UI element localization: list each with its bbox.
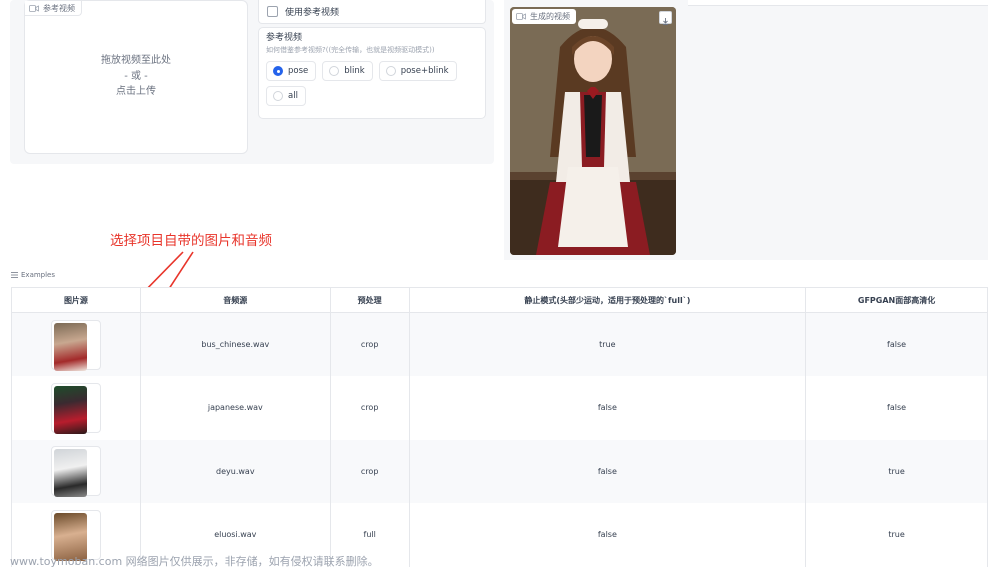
example-image [53, 322, 87, 371]
download-button[interactable] [659, 11, 672, 25]
output-panel: 生成的视频 [504, 0, 988, 260]
reference-mode-group: 参考视频 如何借鉴参考视频?((完全传输，也就是视频驱动模式)) pose bl… [258, 27, 486, 119]
generated-video-frame [510, 7, 676, 255]
example-thumbnail[interactable] [50, 446, 101, 498]
image-cell[interactable] [11, 439, 141, 503]
radio-pose-dot[interactable] [273, 66, 283, 76]
watermark: www.toymoban.com 网络图片仅供展示，非存储，如有侵权请联系删除。 [10, 555, 379, 568]
input-panel: 参考视频 拖放视频至此处 - 或 - 点击上传 使用参考视频 参考视频 如何借鉴… [10, 0, 494, 164]
examples-header-row: 图片源 音频源 预处理 静止模式(头部少运动，适用于预处理的`full`) GF… [11, 287, 988, 313]
examples-header: Examples [11, 271, 55, 279]
audio-cell[interactable]: bus_chinese.wav [140, 312, 331, 376]
example-thumbnail[interactable] [50, 319, 101, 371]
radio-all[interactable]: all [266, 86, 306, 106]
still-cell[interactable]: false [409, 376, 807, 440]
use-reference-checkbox[interactable] [267, 6, 278, 17]
radio-pose-blink-dot[interactable] [385, 66, 396, 76]
audio-cell[interactable]: deyu.wav [140, 439, 331, 503]
example-image [53, 449, 87, 498]
col-audio-source: 音频源 [139, 287, 331, 313]
col-gfpgan: GFPGAN面部高清化 [805, 287, 988, 313]
example-row[interactable]: deyu.wav crop false true [11, 439, 988, 503]
preprocess-cell[interactable]: crop [330, 312, 410, 376]
upload-instructions: 拖放视频至此处 - 或 - 点击上传 [25, 53, 247, 100]
still-cell[interactable]: false [409, 503, 807, 567]
preprocess-cell[interactable]: crop [330, 439, 410, 503]
radio-blink[interactable]: blink [322, 61, 373, 81]
examples-table: 图片源 音频源 预处理 静止模式(头部少运动，适用于预处理的`full`) GF… [11, 287, 988, 567]
gfpgan-cell[interactable]: true [805, 439, 988, 503]
video-camera-icon [29, 4, 39, 12]
radio-pose-blink-label: pose+blink [400, 66, 449, 76]
annotation-text: 选择项目自带的图片和音频 [110, 233, 272, 249]
gfpgan-cell[interactable]: false [805, 312, 988, 376]
still-cell[interactable]: true [409, 312, 807, 376]
generated-video-tag: 生成的视频 [512, 9, 576, 24]
radio-blink-dot[interactable] [329, 66, 340, 76]
use-reference-video-toggle[interactable]: 使用参考视频 [258, 0, 486, 24]
reference-mode-options: pose blink pose+blink all [266, 61, 466, 106]
reference-options: 使用参考视频 参考视频 如何借鉴参考视频?((完全传输，也就是视频驱动模式)) … [258, 0, 486, 160]
still-cell[interactable]: false [409, 439, 807, 503]
examples-label: Examples [21, 271, 56, 279]
reference-video-tag: 参考视频 [25, 1, 82, 16]
use-reference-label: 使用参考视频 [285, 8, 340, 18]
or-text: - 或 - [124, 70, 148, 82]
example-row[interactable]: bus_chinese.wav crop true false [11, 312, 988, 376]
click-upload-text[interactable]: 点击上传 [25, 84, 247, 100]
col-preprocess: 预处理 [329, 287, 410, 313]
drop-text: 拖放视频至此处 [101, 55, 171, 66]
download-icon [663, 18, 668, 25]
radio-pose-label: pose [288, 66, 309, 76]
radio-pose[interactable]: pose [266, 61, 317, 81]
col-image-source: 图片源 [11, 287, 141, 313]
radio-all-dot[interactable] [273, 91, 283, 101]
preprocess-cell[interactable]: crop [330, 376, 410, 440]
gfpgan-cell[interactable]: true [805, 503, 988, 567]
radio-blink-label: blink [344, 66, 365, 76]
radio-all-label: all [288, 91, 298, 101]
audio-cell[interactable]: japanese.wav [140, 376, 331, 440]
output-panel-header [688, 0, 988, 6]
list-icon [11, 272, 18, 278]
generated-video-tag-label: 生成的视频 [530, 12, 570, 21]
reference-mode-hint: 如何借鉴参考视频?((完全传输，也就是视频驱动模式)) [266, 46, 435, 54]
example-thumbnail[interactable] [50, 382, 101, 434]
example-image [53, 385, 87, 434]
example-row[interactable]: japanese.wav crop false false [11, 376, 988, 440]
reference-video-dropzone[interactable]: 参考视频 拖放视频至此处 - 或 - 点击上传 [24, 0, 248, 154]
radio-pose-blink[interactable]: pose+blink [378, 61, 457, 81]
video-camera-icon [516, 13, 526, 20]
image-cell[interactable] [11, 376, 141, 440]
image-cell[interactable] [11, 312, 141, 376]
gfpgan-cell[interactable]: false [805, 376, 988, 440]
generated-video-player[interactable]: 生成的视频 [510, 7, 676, 255]
col-still-mode: 静止模式(头部少运动，适用于预处理的`full`) [408, 287, 807, 313]
reference-mode-title: 参考视频 [266, 33, 303, 43]
reference-video-tag-label: 参考视频 [43, 3, 75, 13]
